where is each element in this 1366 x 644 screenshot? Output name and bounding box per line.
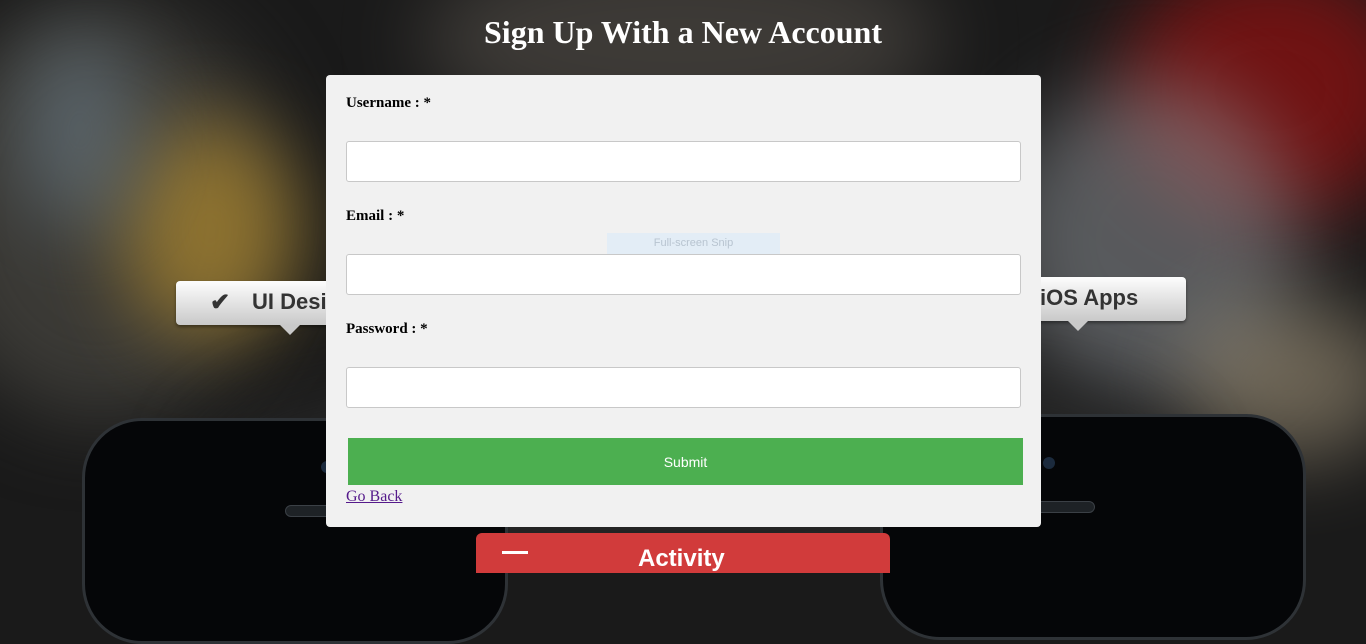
menu-icon xyxy=(502,551,528,554)
feature-bubble-left: ✔ UI Desi xyxy=(176,281,346,335)
background-blur xyxy=(20,30,140,230)
checkmark-icon: ✔ xyxy=(210,289,231,316)
submit-button[interactable]: Submit xyxy=(348,438,1023,485)
password-label: Password : * xyxy=(346,321,428,337)
bubble-tail xyxy=(1068,321,1088,331)
page-title: Sign Up With a New Account xyxy=(484,14,882,50)
username-label: Username : * xyxy=(346,95,431,111)
snip-tooltip: Full-screen Snip xyxy=(607,233,780,254)
password-input[interactable] xyxy=(346,367,1021,408)
bubble-tail xyxy=(280,325,300,335)
email-label: Email : * xyxy=(346,208,405,224)
signup-form: Username : * Email : * Password : * Subm… xyxy=(326,75,1041,527)
activity-bar: Activity xyxy=(476,533,890,573)
email-input[interactable] xyxy=(346,254,1021,295)
feature-bubble-label: iOS Apps xyxy=(1040,285,1139,310)
activity-label: Activity xyxy=(638,545,725,572)
phone-camera-icon xyxy=(1043,457,1055,469)
go-back-link[interactable]: Go Back xyxy=(346,488,402,506)
feature-bubble-label: UI Desi xyxy=(252,289,327,314)
username-input[interactable] xyxy=(346,141,1021,182)
